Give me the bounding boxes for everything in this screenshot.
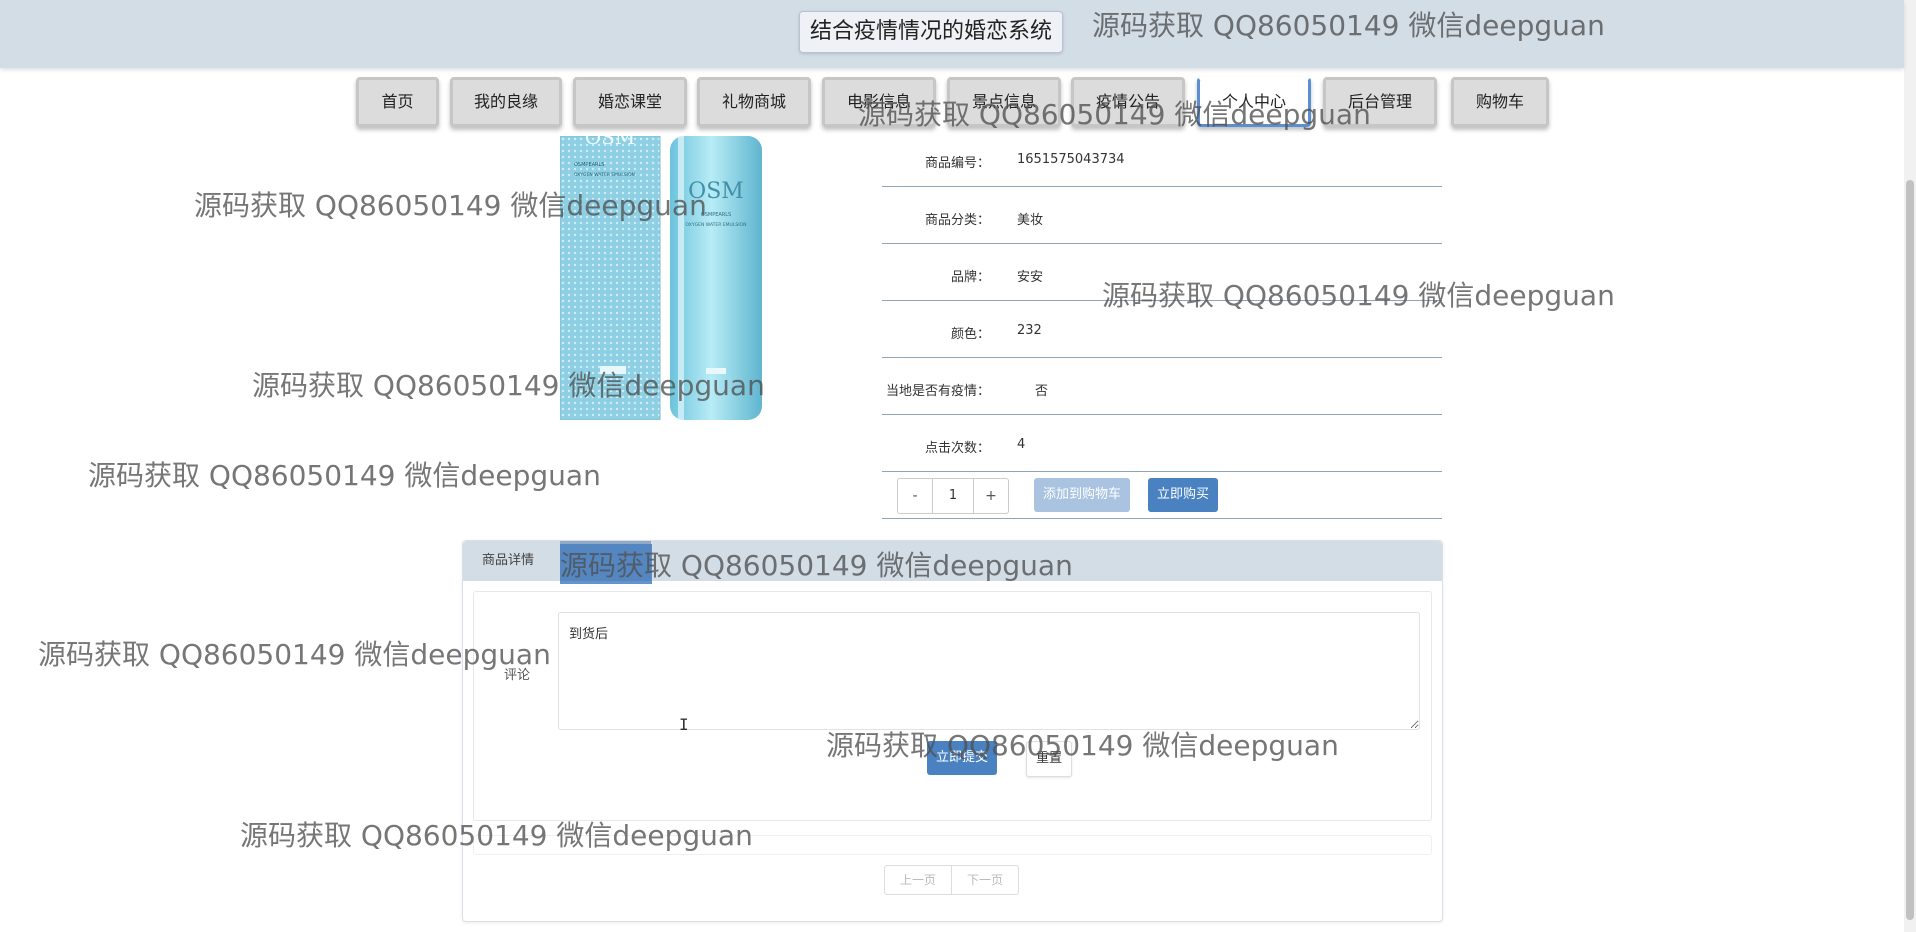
site-title: 结合疫情情况的婚恋系统 [799, 11, 1064, 53]
nav-item-my-matches[interactable]: 我的良缘 [450, 77, 562, 127]
nav-item-home[interactable]: 首页 [356, 77, 439, 127]
quantity-decrease-button[interactable]: - [898, 479, 932, 513]
info-row-category: 商品分类： 美妆 [882, 187, 1442, 244]
info-label: 商品编号： [924, 156, 990, 171]
comment-list [473, 835, 1432, 855]
info-value: 美妆 [1017, 213, 1044, 228]
info-value: 否 [1035, 384, 1049, 399]
scrollbar-thumb[interactable] [1906, 180, 1914, 920]
page-scrollbar[interactable] [1904, 0, 1916, 932]
info-label: 品牌： [950, 270, 990, 285]
quantity-increase-button[interactable]: + [974, 479, 1008, 513]
nav-item-dating-class[interactable]: 婚恋课堂 [573, 77, 687, 127]
watermark: 源码获取 QQ86050149 微信deepguan [88, 459, 601, 492]
next-page-button[interactable]: 下一页 [951, 866, 1018, 894]
info-row-local-epidemic: 当地是否有疫情： 否 [882, 358, 1442, 415]
svg-text:OSM: OSM [688, 179, 744, 204]
nav-item-cart[interactable]: 购物车 [1451, 77, 1549, 127]
svg-text:OXYGEN WATER EMULSION: OXYGEN WATER EMULSION [686, 222, 747, 228]
nav-item-epidemic-notice[interactable]: 疫情公告 [1071, 77, 1185, 127]
info-row-brand: 品牌： 安安 [882, 244, 1442, 301]
info-label: 点击次数： [924, 441, 990, 456]
info-label: 商品分类： [924, 213, 990, 228]
nav-item-movies[interactable]: 电影信息 [822, 77, 936, 127]
tab-bar: 商品详情 [463, 541, 1442, 581]
buy-now-button[interactable]: 立即购买 [1148, 478, 1219, 512]
main-nav: 首页 我的良缘 婚恋课堂 礼物商城 电影信息 景点信息 疫情公告 个人中心 后台… [0, 68, 1904, 136]
info-row-click-count: 点击次数： 4 [882, 415, 1442, 472]
pagination: 上一页 下一页 [884, 865, 1019, 895]
tab-comments[interactable] [560, 541, 651, 581]
tab-product-details[interactable]: 商品详情 [482, 541, 534, 581]
info-row-product-number: 商品编号： 1651575043734 [882, 130, 1442, 187]
svg-text:OSM: OSM [585, 136, 636, 149]
info-value: 1651575043734 [1017, 152, 1125, 167]
add-to-cart-button[interactable]: 添加到购物车 [1034, 478, 1131, 512]
info-value: 4 [1017, 437, 1026, 452]
quantity-stepper: - 1 + [897, 478, 1009, 514]
site-header: 结合疫情情况的婚恋系统 [0, 0, 1904, 68]
nav-item-personal-center[interactable]: 个人中心 [1197, 77, 1311, 127]
nav-item-gift-mall[interactable]: 礼物商城 [697, 77, 811, 127]
nav-item-admin[interactable]: 后台管理 [1323, 77, 1437, 127]
page: 结合疫情情况的婚恋系统 首页 我的良缘 婚恋课堂 礼物商城 电影信息 景点信息 … [0, 0, 1916, 932]
info-row-color: 颜色： 232 [882, 301, 1442, 358]
info-value: 232 [1017, 323, 1042, 338]
comment-textarea[interactable]: 到货后 [558, 612, 1420, 730]
submit-comment-button[interactable]: 立即提交 [927, 741, 998, 775]
comment-label: 评论 [504, 668, 531, 683]
text-cursor-icon: I [679, 715, 689, 734]
info-value: 安安 [1017, 270, 1044, 285]
svg-text:OSMPEARLS: OSMPEARLS [701, 212, 731, 218]
product-image: OSM OSMPEARLS OXYGEN WATER EMULSION OSM … [560, 136, 770, 420]
comment-form: 评论 到货后 [473, 591, 1432, 821]
nav-item-attractions[interactable]: 景点信息 [947, 77, 1061, 127]
reset-button[interactable]: 重置 [1026, 741, 1073, 777]
svg-text:OSMPEARLS: OSMPEARLS [574, 162, 604, 168]
info-label: 当地是否有疫情： [885, 384, 990, 399]
prev-page-button[interactable]: 上一页 [885, 866, 951, 894]
quantity-input[interactable]: 1 [932, 479, 974, 513]
svg-text:OXYGEN WATER EMULSION: OXYGEN WATER EMULSION [574, 172, 635, 178]
info-label: 颜色： [950, 327, 990, 342]
